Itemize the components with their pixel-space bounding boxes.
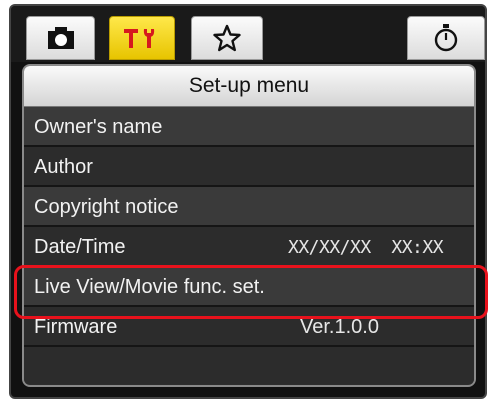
tab-mymenu[interactable]: [191, 16, 263, 60]
menu-item-label: Live View/Movie func. set.: [34, 276, 265, 298]
setup-menu-panel: Set-up menu Owner's name Author Copyrigh…: [22, 64, 476, 387]
camera-icon: [47, 27, 74, 49]
date-time-value: XX/XX/XX XX:XX: [288, 237, 444, 258]
menu-item-label: Owner's name: [34, 116, 163, 138]
wrench-icon: [124, 29, 155, 48]
menu-tab-bar: [11, 6, 485, 62]
menu-item-author[interactable]: Author: [24, 147, 474, 187]
menu-item-copyright-notice[interactable]: Copyright notice: [24, 187, 474, 227]
menu-item-label: Author: [34, 156, 93, 178]
panel-title: Set-up menu: [24, 66, 474, 107]
tab-setup[interactable]: [109, 16, 175, 60]
tab-shooting[interactable]: [26, 16, 95, 60]
menu-item-firmware[interactable]: Firmware Ver.1.0.0: [24, 307, 474, 347]
tab-timer[interactable]: [407, 16, 485, 60]
menu-item-owners-name[interactable]: Owner's name: [24, 107, 474, 147]
menu-item-date-time[interactable]: Date/Time XX/XX/XX XX:XX: [24, 227, 474, 267]
star-icon: [213, 24, 241, 52]
firmware-version-value: Ver.1.0.0: [300, 316, 379, 338]
menu-item-label: Firmware: [34, 316, 118, 338]
menu-item-label: Date/Time: [34, 236, 126, 258]
stopwatch-icon: [434, 24, 458, 52]
menu-item-empty: [24, 347, 474, 384]
menu-item-live-view-movie-func-set[interactable]: Live View/Movie func. set.: [24, 267, 474, 307]
menu-item-label: Copyright notice: [34, 196, 179, 218]
